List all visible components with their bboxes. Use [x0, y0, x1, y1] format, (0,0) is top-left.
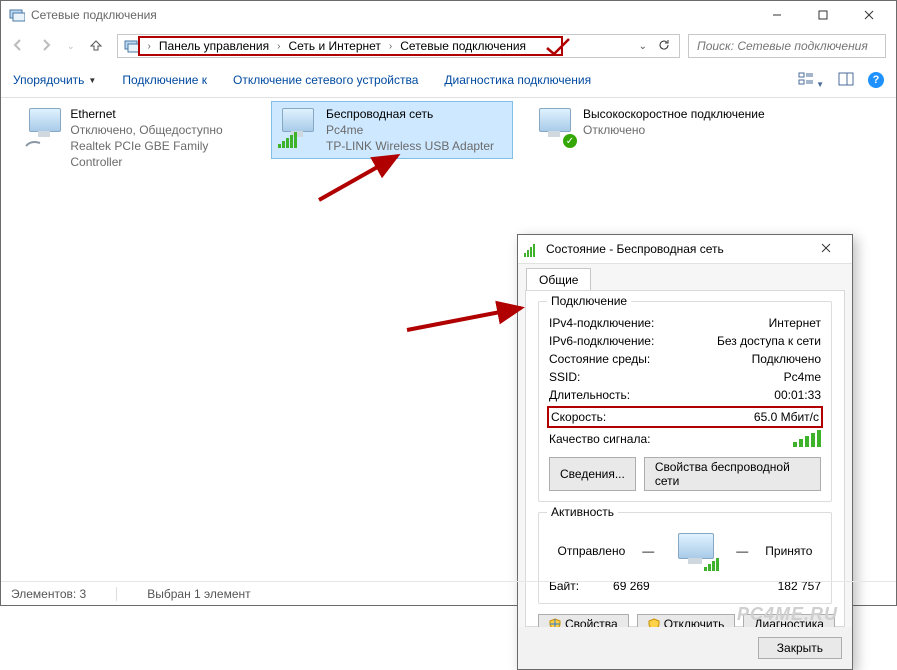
up-button[interactable] [89, 38, 103, 55]
content-area: Ethernet Отключено, Общедоступно Realtek… [1, 98, 896, 581]
status-selection: Выбран 1 элемент [147, 587, 250, 601]
breadcrumb-item-network-internet[interactable]: Сеть и Интернет [284, 39, 384, 53]
connection-item-broadband[interactable]: ✓ Высокоскоростное подключение Отключено [529, 102, 779, 150]
connection-device: TP-LINK Wireless USB Adapter [326, 138, 494, 154]
breadcrumb-sep-icon[interactable]: › [148, 41, 151, 52]
breadcrumb-item-network-connections[interactable]: Сетевые подключения [396, 39, 530, 53]
status-divider [116, 587, 117, 601]
command-bar: Упорядочить▼ Подключение к Отключение се… [1, 63, 896, 98]
value-ipv4: Интернет [769, 314, 821, 332]
connect-to-button[interactable]: Подключение к [122, 73, 207, 87]
group-connection: Подключение IPv4-подключение:Интернет IP… [538, 301, 832, 502]
explorer-window: Сетевые подключения ⌄ › Панель управлени… [0, 0, 897, 606]
annotation-speed-highlight: Скорость: 65.0 Мбит/с [547, 406, 823, 428]
value-media-state: Подключено [752, 350, 821, 368]
dash-indicator: — [642, 544, 654, 558]
dialog-title: Состояние - Беспроводная сеть [546, 242, 806, 256]
value-duration: 00:01:33 [774, 386, 821, 404]
label-speed: Скорость: [551, 408, 606, 426]
connection-device: Realtek PCIe GBE Family Controller [70, 138, 251, 170]
connection-name: Беспроводная сеть [326, 106, 494, 122]
label-sent: Отправлено [558, 544, 626, 558]
dialog-close-button[interactable] [806, 242, 846, 256]
search-input[interactable] [695, 38, 879, 54]
value-ssid: Pc4me [784, 368, 821, 386]
connection-status: Pc4me [326, 122, 494, 138]
signal-bars-icon [278, 132, 297, 148]
details-button[interactable]: Сведения... [549, 457, 636, 491]
label-media-state: Состояние среды: [549, 350, 650, 368]
ethernet-icon [25, 106, 62, 146]
close-button[interactable] [846, 1, 892, 29]
help-button[interactable]: ? [868, 72, 884, 88]
dash-indicator: — [736, 544, 748, 558]
search-box[interactable] [688, 34, 886, 58]
status-bar: Элементов: 3 Выбран 1 элемент [1, 581, 896, 605]
checkmark-icon: ✓ [563, 134, 577, 148]
activity-monitor-icon [671, 531, 719, 571]
address-bar[interactable]: › Панель управления › Сеть и Интернет › … [117, 34, 680, 58]
cable-icon [25, 138, 41, 148]
minimize-button[interactable] [754, 1, 800, 29]
label-ssid: SSID: [549, 368, 580, 386]
location-icon [124, 38, 140, 54]
breadcrumb-item-control-panel[interactable]: Панель управления [155, 39, 273, 53]
window-icon [9, 7, 25, 23]
watermark-text: PC4ME.RU [737, 604, 838, 625]
nav-history: ⌄ [11, 38, 103, 55]
wifi-icon [524, 241, 540, 257]
dialog-tabs: Общие [518, 264, 852, 290]
group-legend: Подключение [547, 294, 631, 308]
connection-status: Отключено [583, 122, 765, 138]
dialog-footer: Закрыть [518, 627, 852, 669]
close-dialog-button[interactable]: Закрыть [758, 637, 842, 659]
wireless-properties-button[interactable]: Свойства беспроводной сети [644, 457, 821, 491]
value-ipv6: Без доступа к сети [717, 332, 821, 350]
refresh-button[interactable] [657, 38, 671, 55]
forward-button[interactable] [39, 38, 53, 55]
connection-name: Ethernet [70, 106, 251, 122]
connection-item-wireless[interactable]: Беспроводная сеть Pc4me TP-LINK Wireless… [271, 101, 513, 159]
broadband-icon: ✓ [535, 106, 575, 146]
diagnose-button[interactable]: Диагностика подключения [444, 73, 591, 87]
group-legend: Активность [547, 505, 618, 519]
wireless-icon [278, 106, 318, 146]
dialog-titlebar: Состояние - Беспроводная сеть [518, 235, 852, 264]
label-ipv6: IPv6-подключение: [549, 332, 654, 350]
disable-device-button[interactable]: Отключение сетевого устройства [233, 73, 418, 87]
value-speed: 65.0 Мбит/с [754, 408, 819, 426]
titlebar: Сетевые подключения [1, 1, 896, 29]
breadcrumb-sep-icon[interactable]: › [389, 41, 392, 52]
label-received: Принято [765, 544, 812, 558]
maximize-button[interactable] [800, 1, 846, 29]
tab-general[interactable]: Общие [526, 268, 591, 291]
window-controls [754, 1, 892, 29]
connection-status: Отключено, Общедоступно [70, 122, 251, 138]
annotation-arrow-to-speed [401, 298, 531, 338]
address-history-dropdown[interactable]: ⌄ [639, 41, 647, 52]
connection-item-ethernet[interactable]: Ethernet Отключено, Общедоступно Realtek… [19, 102, 257, 174]
dialog-body: Подключение IPv4-подключение: Интернет IP… [525, 290, 845, 627]
nav-row: ⌄ › Панель управления › Сеть и Интернет … [1, 29, 896, 63]
back-button[interactable] [11, 38, 25, 55]
recent-dropdown-button[interactable]: ⌄ [67, 41, 75, 52]
label-duration: Длительность: [549, 386, 630, 404]
label-signal-quality: Качество сигнала: [549, 432, 650, 446]
view-options-button[interactable]: ▼ [798, 71, 824, 90]
connection-name: Высокоскоростное подключение [583, 106, 765, 122]
breadcrumb-sep-icon[interactable]: › [277, 41, 280, 52]
label-ipv4: IPv4-подключение: [549, 314, 654, 332]
status-element-count: Элементов: 3 [11, 587, 86, 601]
organize-menu[interactable]: Упорядочить▼ [13, 73, 96, 87]
window-title: Сетевые подключения [31, 8, 754, 22]
preview-pane-button[interactable] [838, 71, 854, 90]
signal-quality-icon [793, 430, 821, 447]
